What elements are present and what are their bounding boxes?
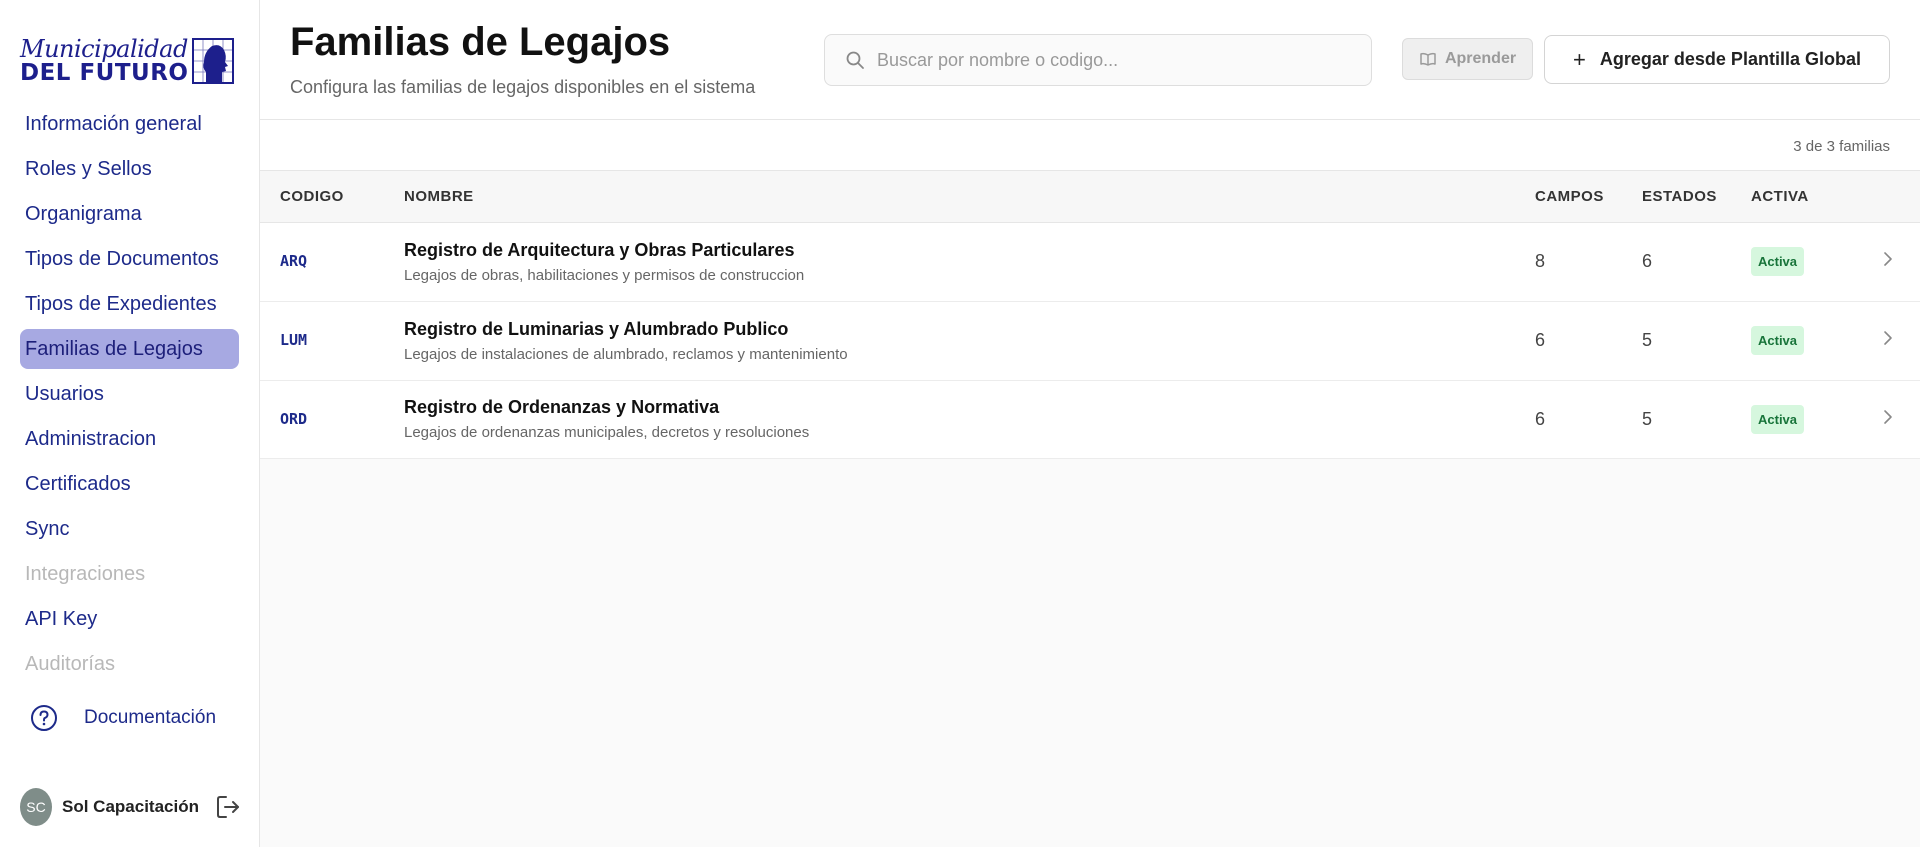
avatar[interactable]: SC: [20, 788, 52, 826]
sidebar-item-sync[interactable]: Sync: [20, 509, 239, 549]
row-estados: 5: [1642, 408, 1653, 429]
sidebar: Municipalidad DEL FUTURO Información gen…: [0, 0, 260, 847]
sidebar-item-usuarios[interactable]: Usuarios: [20, 374, 239, 414]
page-subtitle: Configura las familias de legajos dispon…: [290, 77, 756, 97]
logo-text: Municipalidad DEL FUTURO: [20, 37, 188, 85]
logo-bold: DEL FUTURO: [20, 60, 189, 86]
sidebar-item-roles-y-sellos[interactable]: Roles y Sellos: [20, 149, 239, 189]
learn-button-label: Aprender: [1444, 50, 1517, 67]
sidebar-item-informacion-general[interactable]: Información general: [20, 104, 239, 144]
row-code: ORD: [280, 409, 308, 428]
sidebar-item-label: Tipos de Documentos: [25, 247, 219, 270]
sidebar-nav: Información general Roles y Sellos Organ…: [20, 104, 239, 689]
sidebar-item-certificados[interactable]: Certificados: [20, 464, 239, 504]
row-estados: 5: [1642, 330, 1653, 350]
sidebar-item-label: Información general: [25, 112, 202, 135]
app-root: Municipalidad DEL FUTURO Información gen…: [0, 0, 1920, 847]
search-input[interactable]: [877, 49, 1357, 71]
chevron-right-icon[interactable]: [1882, 328, 1894, 348]
logo-emblem-icon: [192, 38, 235, 84]
status-badge: Activa: [1751, 404, 1805, 434]
user-panel: SC Sol Capacitación: [20, 788, 242, 826]
sidebar-item-label: Organigrama: [25, 202, 142, 225]
row-description: Legajos de instalaciones de alumbrado, r…: [404, 345, 848, 363]
help-circle-icon: [31, 705, 57, 731]
row-code: LUM: [280, 331, 308, 349]
column-header-activa: ACTIVA: [1751, 171, 1871, 223]
plus-icon: +: [1573, 46, 1586, 72]
sidebar-item-familias-de-legajos[interactable]: Familias de Legajos: [20, 329, 239, 369]
sidebar-item-tipos-de-documentos[interactable]: Tipos de Documentos: [20, 239, 239, 279]
sidebar-item-administracion[interactable]: Administracion: [20, 419, 239, 459]
row-description: Legajos de ordenanzas municipales, decre…: [404, 424, 810, 441]
sidebar-item-label: Sync: [25, 517, 70, 540]
results-bar: 3 de 3 familias: [260, 120, 1920, 171]
table-row[interactable]: ORD Registro de Ordenanzas y Normativa L…: [260, 380, 1920, 458]
row-campos: 6: [1535, 408, 1546, 429]
row-name: Registro de Ordenanzas y Normativa: [404, 397, 720, 417]
add-from-global-template-button[interactable]: + Agregar desde Plantilla Global: [1544, 35, 1890, 84]
status-badge: Activa: [1751, 247, 1805, 276]
page-title: Familias de Legajos: [290, 20, 671, 64]
sidebar-item-tipos-de-expedientes[interactable]: Tipos de Expedientes: [20, 284, 239, 324]
results-count: 3 de 3 familias: [1793, 138, 1890, 155]
row-name: Registro de Luminarias y Alumbrado Publi…: [404, 318, 789, 339]
page-header: Familias de Legajos Configura las famili…: [260, 0, 1920, 120]
logo-script: Municipalidad: [20, 35, 188, 63]
sidebar-item-integraciones: Integraciones: [20, 554, 239, 594]
column-header-estados: ESTADOS: [1642, 171, 1751, 223]
column-header-actions: [1871, 171, 1920, 223]
row-campos: 6: [1535, 330, 1546, 350]
sidebar-item-api-key[interactable]: API Key: [20, 599, 239, 639]
table-header: CODIGO NOMBRE CAMPOS ESTADOS ACTIVA: [260, 171, 1920, 223]
status-badge: Activa: [1751, 326, 1805, 355]
row-campos: 8: [1535, 251, 1546, 271]
logout-icon[interactable]: [214, 793, 242, 821]
sidebar-item-label: Auditorías: [25, 652, 116, 675]
sidebar-item-label: Integraciones: [25, 562, 146, 585]
row-code: ARQ: [280, 252, 308, 270]
documentation-label: Documentación: [84, 707, 217, 728]
search-icon: [846, 51, 864, 69]
book-open-icon: [1420, 52, 1436, 66]
row-description: Legajos de obras, habilitaciones y permi…: [404, 266, 805, 284]
row-estados: 6: [1642, 251, 1653, 271]
logo[interactable]: Municipalidad DEL FUTURO: [20, 34, 236, 88]
table-row[interactable]: LUM Registro de Luminarias y Alumbrado P…: [260, 301, 1920, 380]
sidebar-item-label: Administracion: [25, 427, 157, 450]
table-body: ARQ Registro de Arquitectura y Obras Par…: [260, 222, 1920, 458]
chevron-right-icon[interactable]: [1882, 407, 1894, 427]
chevron-right-icon[interactable]: [1882, 249, 1894, 269]
sidebar-item-label: Usuarios: [25, 382, 104, 405]
sidebar-item-label: Tipos de Expedientes: [25, 292, 217, 315]
row-name: Registro de Arquitectura y Obras Particu…: [404, 239, 795, 260]
search-box[interactable]: [824, 34, 1372, 86]
sidebar-item-auditorias: Auditorías: [20, 644, 239, 684]
families-table: CODIGO NOMBRE CAMPOS ESTADOS ACTIVA ARQ …: [260, 171, 1920, 459]
sidebar-item-label: Familias de Legajos: [25, 337, 203, 360]
sidebar-item-label: API Key: [25, 607, 98, 630]
learn-button[interactable]: Aprender: [1402, 38, 1533, 80]
column-header-campos: CAMPOS: [1535, 171, 1642, 223]
main-content: Familias de Legajos Configura las famili…: [260, 0, 1920, 847]
add-button-label: Agregar desde Plantilla Global: [1599, 49, 1861, 69]
documentation-link[interactable]: Documentación: [30, 704, 216, 732]
sidebar-item-organigrama[interactable]: Organigrama: [20, 194, 239, 234]
sidebar-item-label: Roles y Sellos: [25, 157, 152, 180]
table-row[interactable]: ARQ Registro de Arquitectura y Obras Par…: [260, 222, 1920, 301]
column-header-nombre: NOMBRE: [404, 171, 1535, 223]
sidebar-item-label: Certificados: [25, 472, 131, 495]
user-name: Sol Capacitación: [62, 797, 199, 816]
column-header-codigo: CODIGO: [260, 171, 404, 223]
